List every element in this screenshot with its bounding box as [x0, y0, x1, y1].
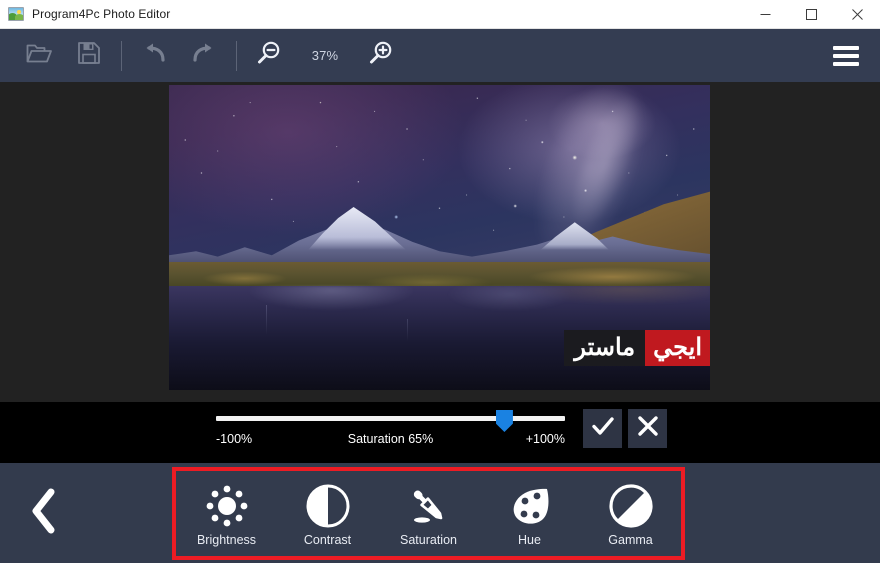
undo-arrow-icon	[141, 42, 167, 69]
slider-max-label: +100%	[525, 432, 565, 446]
save-file-button[interactable]	[64, 29, 114, 82]
close-x-icon	[636, 414, 660, 443]
floppy-save-icon	[78, 42, 100, 69]
slider-handle[interactable]	[495, 410, 513, 432]
main-toolbar: 37%	[0, 29, 880, 82]
open-file-button[interactable]	[14, 29, 64, 82]
tool-label: Saturation	[400, 532, 457, 547]
brightness-icon	[204, 481, 250, 531]
zoom-out-icon	[256, 40, 282, 71]
cancel-button[interactable]	[628, 409, 667, 448]
window-title: Program4Pc Photo Editor	[32, 7, 171, 21]
tool-brightness[interactable]: Brightness	[179, 471, 275, 556]
contrast-icon	[305, 481, 351, 531]
maximize-button[interactable]	[788, 0, 834, 29]
undo-button[interactable]	[129, 29, 179, 82]
tool-hue[interactable]: Hue	[482, 471, 578, 556]
chevron-left-icon	[29, 488, 59, 539]
redo-arrow-icon	[191, 42, 217, 69]
main-menu-button[interactable]	[826, 36, 866, 76]
check-icon	[591, 414, 615, 443]
hamburger-icon-bar	[833, 53, 859, 58]
toolbar-divider-2	[236, 40, 237, 71]
minimize-button[interactable]	[742, 0, 788, 29]
watermark-text-dark: ماستر	[564, 330, 646, 366]
tool-label: Brightness	[196, 532, 257, 547]
redo-button[interactable]	[179, 29, 229, 82]
slider-value-label: Saturation 65%	[347, 432, 434, 446]
edited-photo[interactable]: ماستر ايجي	[169, 85, 710, 390]
watermark: ماستر ايجي	[564, 330, 710, 366]
gamma-icon	[608, 481, 654, 531]
image-canvas[interactable]: ماستر ايجي	[0, 82, 880, 402]
tool-label: Contrast	[303, 532, 352, 547]
tool-gamma[interactable]: Gamma	[583, 471, 679, 556]
apply-button[interactable]	[583, 409, 622, 448]
hamburger-icon-bar	[833, 45, 859, 50]
hamburger-icon-bar	[833, 61, 859, 66]
eyedropper-icon	[406, 481, 452, 531]
title-bar: Program4Pc Photo Editor	[0, 0, 880, 29]
watermark-text-red: ايجي	[645, 330, 710, 366]
window-controls	[742, 0, 880, 29]
tool-contrast[interactable]: Contrast	[280, 471, 376, 556]
zoom-in-button[interactable]	[356, 29, 406, 82]
zoom-out-button[interactable]	[244, 29, 294, 82]
slider-min-label: -100%	[216, 432, 253, 446]
back-button[interactable]	[0, 463, 88, 563]
zoom-in-icon	[368, 40, 394, 71]
saturation-slider[interactable]: -100% +100% Saturation 65%	[216, 410, 565, 456]
close-button[interactable]	[834, 0, 880, 29]
app-photo-icon	[8, 7, 24, 21]
toolbar-divider-1	[121, 40, 122, 71]
zoom-level-value: 37%	[311, 48, 339, 63]
adjust-tools-group: Brightness Contrast Saturation Hue Gamma	[172, 467, 685, 560]
slider-action-buttons	[583, 409, 667, 448]
adjust-tools-bar: Brightness Contrast Saturation Hue Gamma	[0, 463, 880, 563]
tool-label: Gamma	[608, 532, 653, 547]
adjustment-slider-bar: -100% +100% Saturation 65%	[0, 402, 880, 463]
photo-editor-window: Program4Pc Photo Editor 37% ماستر ايجي -…	[0, 0, 880, 563]
palette-icon	[507, 481, 553, 531]
tool-label: Hue	[518, 532, 541, 547]
tool-saturation[interactable]: Saturation	[381, 471, 477, 556]
folder-open-icon	[26, 42, 52, 69]
